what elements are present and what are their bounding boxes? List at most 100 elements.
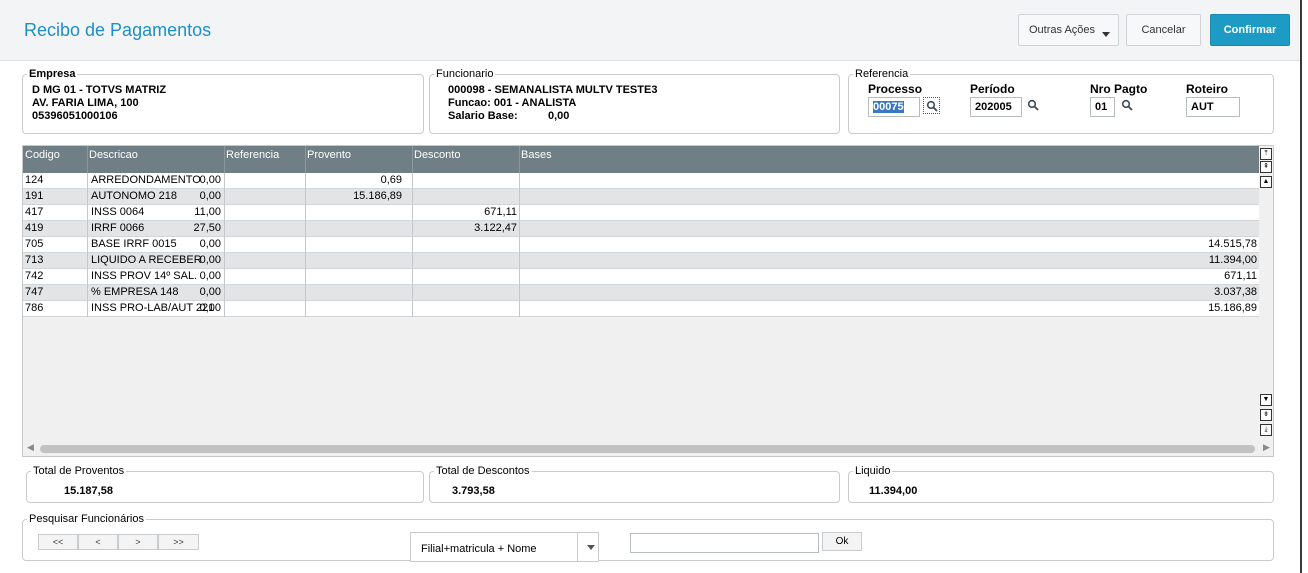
next-record-button[interactable]: > — [118, 534, 158, 550]
liquido-value: 11.394,00 — [869, 485, 918, 497]
table-row[interactable]: 417 INSS 0064 11,00 671,11 — [23, 205, 1259, 221]
cell-divider — [305, 301, 306, 317]
cell-referencia: 0,00 — [199, 238, 221, 250]
processo-value: 00075 — [873, 101, 904, 113]
cell-codigo: 191 — [25, 190, 44, 202]
scroll-up-icon[interactable]: ▲ — [1260, 176, 1272, 188]
cell-divider — [87, 301, 88, 317]
total-proventos-legend: Total de Proventos — [33, 465, 125, 477]
first-record-button[interactable]: << — [38, 534, 78, 550]
cell-divider — [519, 237, 520, 253]
column-header-descricao[interactable]: Descricao — [89, 149, 138, 161]
column-header-bases[interactable]: Bases — [521, 149, 552, 161]
empresa-legend: Empresa — [29, 68, 76, 80]
table-row[interactable]: 191 AUTONOMO 218 0,00 15.186,89 — [23, 189, 1259, 205]
search-order-select[interactable]: Filial+matricula + Nome — [410, 532, 599, 562]
referencia-legend: Referencia — [855, 68, 909, 80]
cell-bases: 15.186,89 — [1208, 302, 1257, 314]
column-divider — [519, 146, 520, 173]
other-actions-label: Outras Ações — [1029, 24, 1096, 36]
cell-divider — [87, 237, 88, 253]
roteiro-input[interactable]: AUT — [1186, 97, 1240, 117]
salary-label: Salario Base: — [448, 110, 518, 122]
horizontal-scroll-thumb[interactable] — [40, 445, 1255, 453]
cell-divider — [224, 269, 225, 285]
table-row[interactable]: 786 INSS PRO-LAB/AUT 221 0,00 15.186,89 — [23, 301, 1259, 317]
last-record-button[interactable]: >> — [158, 534, 199, 550]
periodo-input[interactable]: 202005 — [970, 97, 1022, 117]
column-header-referencia[interactable]: Referencia — [226, 149, 279, 161]
cell-divider — [519, 253, 520, 269]
table-row[interactable]: 742 INSS PROV 14º SAL. 0,00 671,11 — [23, 269, 1259, 285]
total-descontos-value: 3.793,58 — [452, 485, 495, 497]
column-divider — [412, 146, 413, 173]
vertical-scrollbar[interactable]: ⤒ ⇞ ▲ ▼ ⇟ ⤓ — [1259, 146, 1273, 442]
nro-pagto-label: Nro Pagto — [1090, 82, 1148, 96]
ok-button[interactable]: Ok — [822, 532, 862, 551]
chevron-down-icon — [1102, 32, 1110, 37]
cell-divider — [305, 205, 306, 221]
scroll-down-icon[interactable]: ▼ — [1260, 394, 1272, 406]
other-actions-button[interactable]: Outras Ações — [1018, 14, 1119, 46]
scroll-page-up-icon[interactable]: ⇞ — [1260, 161, 1272, 173]
search-order-value: Filial+matricula + Nome — [421, 543, 537, 555]
cell-divider — [305, 285, 306, 301]
cell-divider — [412, 285, 413, 301]
cell-divider — [224, 205, 225, 221]
grid-header: Codigo Descricao Referencia Provento Des… — [23, 146, 1259, 173]
cell-divider — [305, 189, 306, 205]
scroll-bottom-icon[interactable]: ⤓ — [1260, 424, 1272, 436]
search-input[interactable] — [630, 533, 819, 553]
cell-provento: 15.186,89 — [353, 190, 402, 202]
cell-divider — [305, 221, 306, 237]
cell-descricao: INSS PROV 14º SAL. — [91, 270, 198, 282]
cancel-button[interactable]: Cancelar — [1126, 14, 1201, 46]
funcionario-legend: Funcionario — [436, 68, 494, 80]
search-icon[interactable] — [1121, 99, 1133, 111]
cell-divider — [519, 221, 520, 237]
table-row[interactable]: 705 BASE IRRF 0015 0,00 14.515,78 — [23, 237, 1259, 253]
cell-divider — [519, 173, 520, 189]
payslip-grid[interactable]: Codigo Descricao Referencia Provento Des… — [22, 145, 1274, 457]
search-icon[interactable] — [1027, 99, 1039, 111]
table-row[interactable]: 419 IRRF 0066 27,50 3.122,47 — [23, 221, 1259, 237]
scroll-top-icon[interactable]: ⤒ — [1260, 148, 1272, 160]
cell-divider — [519, 301, 520, 317]
cell-divider — [519, 205, 520, 221]
scroll-page-down-icon[interactable]: ⇟ — [1260, 409, 1272, 421]
previous-record-button[interactable]: < — [78, 534, 118, 550]
scroll-right-icon[interactable]: ▶ — [1263, 442, 1270, 453]
column-header-provento[interactable]: Provento — [307, 149, 351, 161]
processo-search-button[interactable] — [923, 97, 940, 114]
cell-referencia: 0,00 — [199, 174, 221, 186]
horizontal-scrollbar[interactable]: ◀ ▶ — [23, 442, 1273, 456]
column-header-codigo[interactable]: Codigo — [25, 149, 60, 161]
cell-codigo: 419 — [25, 222, 44, 234]
nro-pagto-input[interactable]: 01 — [1090, 97, 1115, 117]
processo-input[interactable]: 00075 — [868, 97, 920, 117]
scroll-left-icon[interactable]: ◀ — [27, 442, 34, 453]
total-descontos-legend: Total de Descontos — [436, 465, 530, 477]
cell-divider — [87, 285, 88, 301]
cell-desconto: 3.122,47 — [474, 222, 517, 234]
table-row[interactable]: 713 LIQUIDO A RECEBER 0,00 11.394,00 — [23, 253, 1259, 269]
column-header-desconto[interactable]: Desconto — [414, 149, 460, 161]
cell-descricao: LIQUIDO A RECEBER — [91, 254, 202, 266]
cell-divider — [519, 189, 520, 205]
cell-divider — [412, 253, 413, 269]
cell-referencia: 11,00 — [194, 206, 221, 218]
cell-referencia: 0,00 — [199, 302, 221, 314]
confirm-button[interactable]: Confirmar — [1210, 14, 1290, 46]
table-row[interactable]: 124 ARREDONDAMENTO 0,00 0,69 — [23, 173, 1259, 189]
page-title: Recibo de Pagamentos — [24, 20, 212, 40]
table-row[interactable]: 747 % EMPRESA 148 0,00 3.037,38 — [23, 285, 1259, 301]
search-icon — [926, 100, 938, 112]
cell-codigo: 713 — [25, 254, 44, 266]
cell-codigo: 747 — [25, 286, 44, 298]
total-proventos-group: Total de Proventos — [26, 465, 424, 503]
periodo-label: Período — [970, 82, 1015, 96]
header-bar: Recibo de Pagamentos Outras Ações Cancel… — [0, 0, 1300, 61]
cell-divider — [412, 189, 413, 205]
cell-descricao: IRRF 0066 — [91, 222, 145, 234]
column-divider — [305, 146, 306, 173]
